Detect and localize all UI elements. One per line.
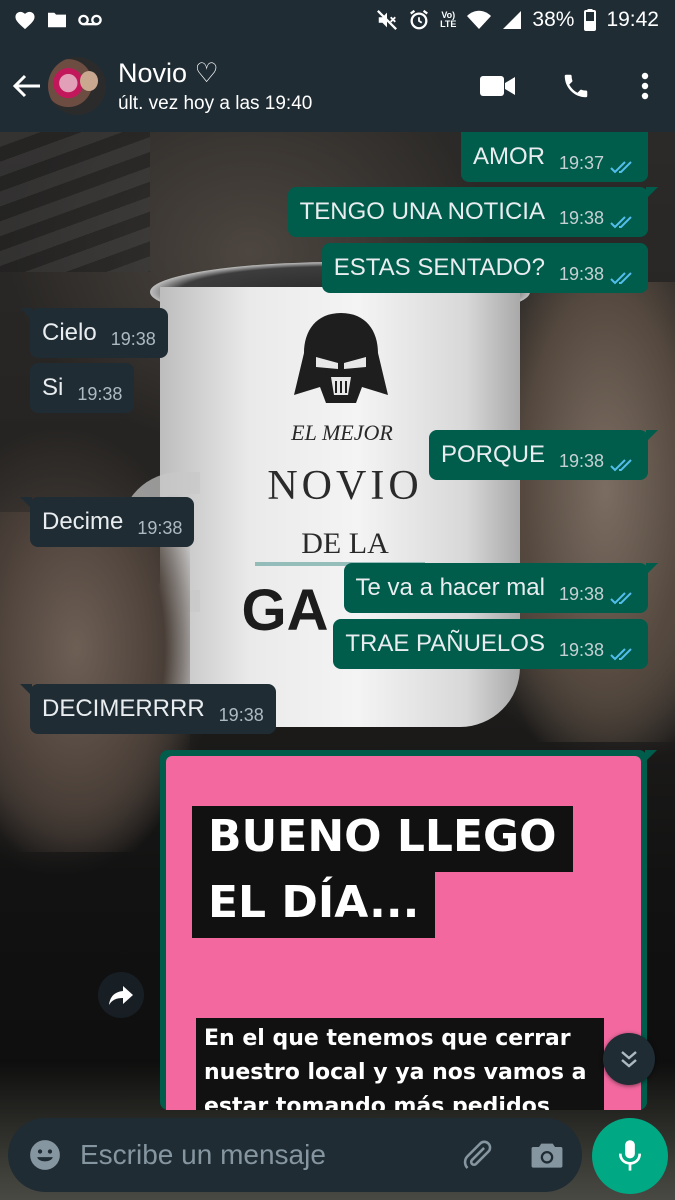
emoji-button[interactable] <box>10 1118 80 1192</box>
attach-icon <box>463 1140 492 1169</box>
battery-icon <box>584 9 597 31</box>
mic-icon <box>618 1140 642 1171</box>
double-chevron-down-icon <box>621 1051 637 1068</box>
image-subtitle-line2: nuestro local y ya nos vamos a <box>204 1060 587 1085</box>
signal-icon <box>502 10 522 30</box>
contact-info[interactable]: Novio ♡ últ. vez hoy a las 19:40 <box>118 56 459 116</box>
message-bubble-outgoing[interactable]: AMOR 19:37 <box>460 132 648 182</box>
forward-button[interactable] <box>98 972 144 1018</box>
message-time: 19:38 <box>77 383 123 404</box>
status-bar: Vo) LTE 38% 19:42 <box>0 0 675 40</box>
read-ticks-icon <box>610 215 636 229</box>
contact-avatar[interactable] <box>48 57 106 115</box>
read-ticks-icon <box>610 271 636 285</box>
alarm-icon <box>408 9 430 31</box>
voice-message-button[interactable] <box>592 1118 668 1194</box>
emoji-icon <box>30 1140 60 1170</box>
last-seen-text: últ. vez hoy a las 19:40 <box>118 93 313 114</box>
message-time: 19:38 <box>558 639 604 660</box>
image-title: BUENO LLEGO EL DÍA... <box>192 806 573 938</box>
message-time: 19:38 <box>558 263 604 284</box>
shared-image[interactable]: BUENO LLEGO EL DÍA... En el que tenemos … <box>166 756 641 1110</box>
message-time: 19:38 <box>558 450 604 471</box>
camera-icon <box>531 1143 563 1168</box>
wallpaper-hand-right <box>500 282 675 742</box>
message-time: 19:38 <box>137 517 183 538</box>
wifi-icon <box>466 10 492 30</box>
attach-button[interactable] <box>442 1118 512 1192</box>
image-title-line1: BUENO LLEGO <box>192 806 573 872</box>
message-bubble-incoming[interactable]: Decime 19:38 <box>20 497 195 547</box>
folder-icon <box>46 11 68 29</box>
message-bubble-incoming[interactable]: Si 19:38 <box>30 363 135 413</box>
status-bar-left <box>14 10 102 30</box>
chat-header: Novio ♡ últ. vez hoy a las 19:40 <box>0 40 675 132</box>
message-composer <box>8 1118 582 1192</box>
message-text: TRAE PAÑUELOS <box>345 630 545 657</box>
voice-call-button[interactable] <box>537 40 615 132</box>
message-text: TENGO UNA NOTICIA <box>299 198 545 225</box>
phone-icon <box>564 74 588 98</box>
back-arrow-icon <box>12 74 40 98</box>
mug-text-line2: NOVIO <box>267 463 423 509</box>
image-message-bubble[interactable]: BUENO LLEGO EL DÍA... En el que tenemos … <box>160 750 657 1110</box>
message-bubble-incoming[interactable]: Cielo 19:38 <box>20 308 168 358</box>
message-bubble-incoming[interactable]: DECIMERRRR 19:38 <box>20 684 276 734</box>
header-actions <box>459 40 675 132</box>
vader-helmet-icon <box>294 313 388 403</box>
message-time: 19:38 <box>110 328 156 349</box>
more-options-button[interactable] <box>615 40 675 132</box>
message-text: Si <box>42 374 64 401</box>
message-time: 19:38 <box>558 207 604 228</box>
read-ticks-icon <box>610 591 636 605</box>
mug-text-line1: EL MEJOR <box>291 420 393 445</box>
voicemail-icon <box>78 13 102 27</box>
message-text: PORQUE <box>440 441 545 468</box>
image-title-line2: EL DÍA... <box>192 872 436 938</box>
message-bubble-outgoing[interactable]: Te va a hacer mal 19:38 <box>343 563 658 613</box>
read-ticks-icon <box>610 647 636 661</box>
read-ticks-icon <box>610 160 636 174</box>
message-input[interactable] <box>80 1118 442 1192</box>
message-text: Te va a hacer mal <box>355 574 545 601</box>
wallpaper-stripes <box>0 132 150 272</box>
mug-text-line4: GA <box>241 578 329 643</box>
message-bubble-outgoing[interactable]: TENGO UNA NOTICIA 19:38 <box>287 187 658 237</box>
message-text: ESTAS SENTADO? <box>333 254 545 281</box>
status-bar-right: Vo) LTE 38% 19:42 <box>376 8 659 32</box>
volte-bottom-label: LTE <box>440 19 457 29</box>
message-text: Decime <box>42 508 124 535</box>
image-subtitle-line1: En el que tenemos que cerrar <box>204 1026 571 1051</box>
message-text: AMOR <box>472 143 545 170</box>
mute-icon <box>376 9 398 31</box>
message-bubble-outgoing[interactable]: PORQUE 19:38 <box>428 430 658 480</box>
battery-percent: 38% <box>532 8 575 31</box>
message-text: DECIMERRRR <box>42 695 205 722</box>
video-call-button[interactable] <box>459 40 537 132</box>
forward-icon <box>109 986 133 1005</box>
back-button[interactable] <box>2 40 52 132</box>
message-bubble-outgoing[interactable]: TRAE PAÑUELOS 19:38 <box>333 619 648 669</box>
status-time: 19:42 <box>606 8 659 31</box>
heart-icon <box>14 10 36 30</box>
message-time: 19:38 <box>558 583 604 604</box>
scroll-to-bottom-button[interactable] <box>603 1033 655 1085</box>
image-subtitle: En el que tenemos que cerrar nuestro loc… <box>196 1018 604 1110</box>
message-bubble-outgoing[interactable]: ESTAS SENTADO? 19:38 <box>321 243 648 293</box>
camera-button[interactable] <box>512 1118 582 1192</box>
image-subtitle-line3: estar tomando más pedidos <box>204 1094 550 1110</box>
volte-icon: Vo) LTE <box>440 11 456 29</box>
mug-text-line3: DE LA <box>301 527 389 560</box>
more-vert-icon <box>641 72 649 100</box>
contact-name: Novio ♡ <box>118 58 219 88</box>
message-time: 19:38 <box>218 704 264 725</box>
video-call-icon <box>480 76 515 96</box>
read-ticks-icon <box>610 458 636 472</box>
message-time: 19:37 <box>558 152 604 173</box>
message-text: Cielo <box>42 319 97 346</box>
